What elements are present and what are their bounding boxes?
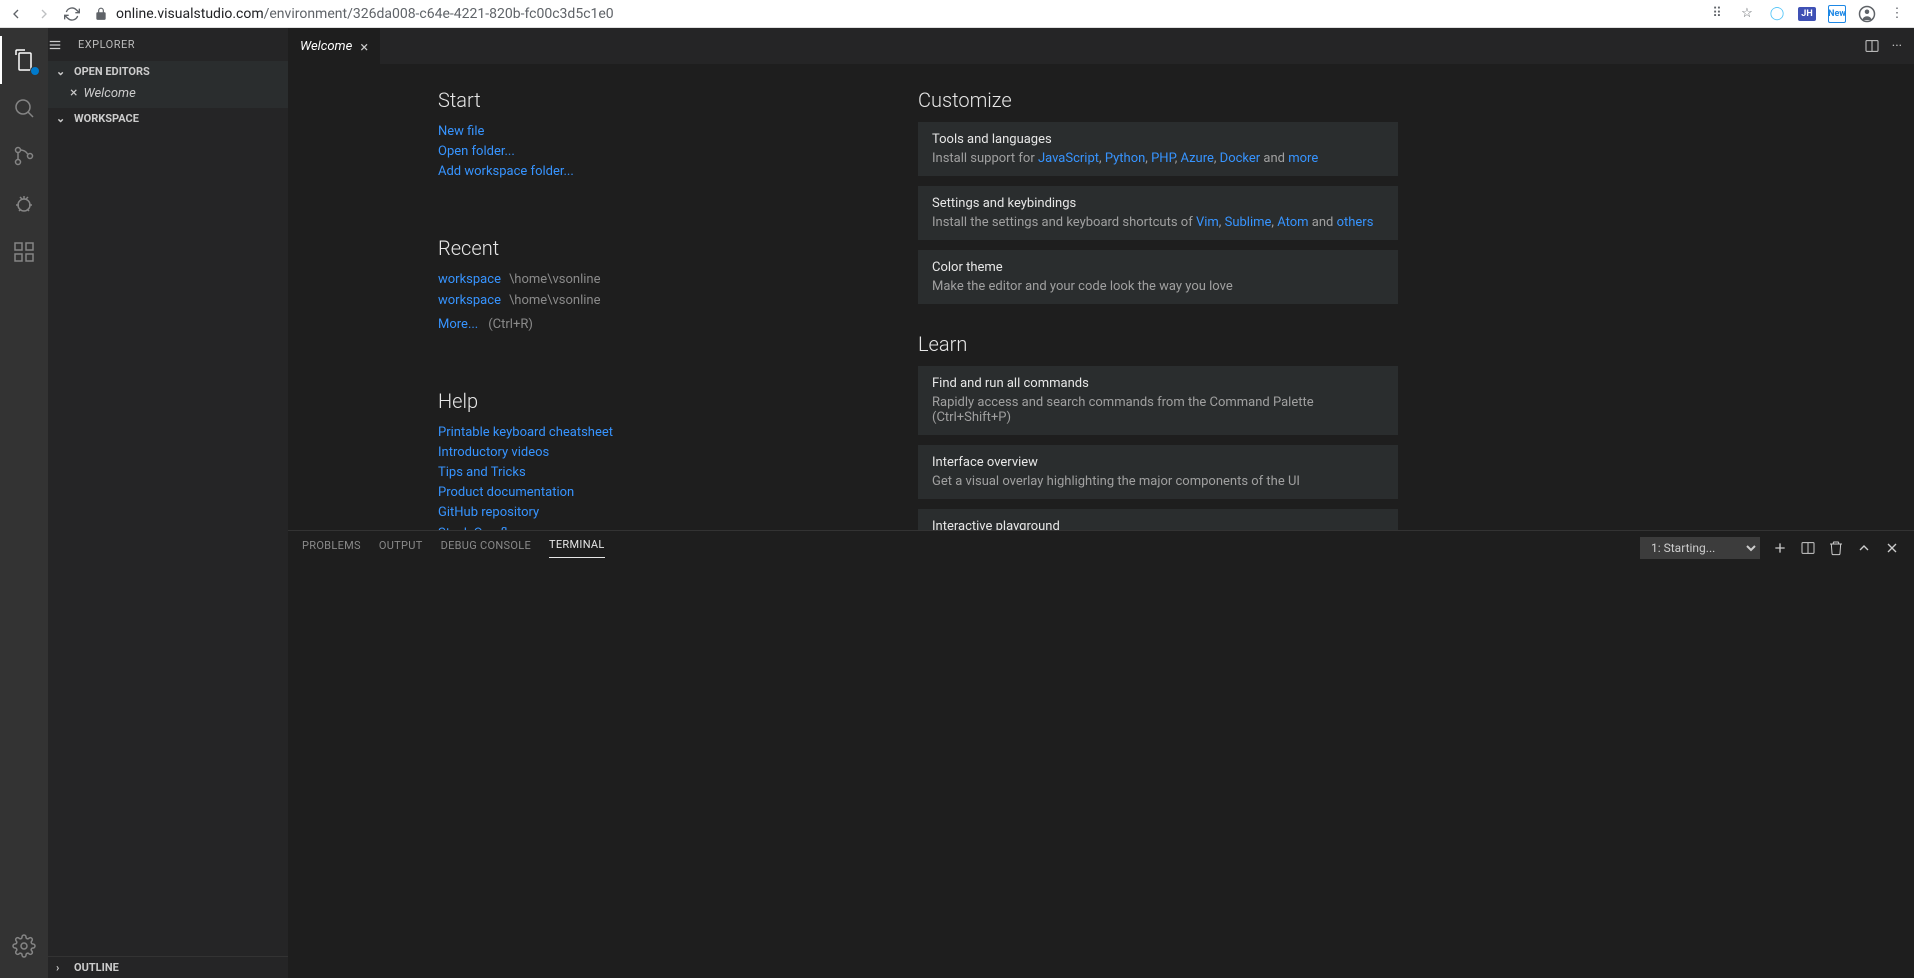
customize-heading: Customize bbox=[918, 88, 1914, 112]
help-link[interactable]: GitHub repository bbox=[438, 505, 539, 520]
forward-icon[interactable] bbox=[36, 6, 52, 22]
chevron-right-icon: › bbox=[56, 961, 70, 974]
lock-icon bbox=[94, 7, 108, 21]
recent-heading: Recent bbox=[438, 236, 918, 260]
terminal-select[interactable]: 1: Starting... bbox=[1640, 537, 1760, 559]
learn-heading: Learn bbox=[918, 332, 1914, 356]
extension-new-icon[interactable]: New bbox=[1828, 5, 1846, 23]
card-subtitle: Make the editor and your code look the w… bbox=[932, 279, 1384, 294]
profile-icon[interactable] bbox=[1858, 5, 1876, 23]
learn-commands-card[interactable]: Find and run all commands Rapidly access… bbox=[918, 366, 1398, 435]
url-host: online.visualstudio.com bbox=[116, 6, 264, 22]
card-subtitle: Rapidly access and search commands from … bbox=[932, 395, 1384, 425]
chevron-down-icon: ⌄ bbox=[56, 112, 70, 125]
activity-settings[interactable] bbox=[0, 922, 48, 970]
panel-tab-problems[interactable]: PROBLEMS bbox=[302, 539, 361, 558]
recent-item-path: \home\vsonline bbox=[509, 272, 601, 287]
open-editors-header[interactable]: ⌄ OPEN EDITORS bbox=[48, 61, 288, 82]
card-title: Find and run all commands bbox=[932, 376, 1384, 391]
outline-header[interactable]: › OUTLINE bbox=[48, 957, 288, 978]
card-subtitle: Get a visual overlay highlighting the ma… bbox=[932, 474, 1384, 489]
panel-tab-output[interactable]: OUTPUT bbox=[379, 539, 423, 558]
back-icon[interactable] bbox=[8, 6, 24, 22]
customize-tools-card[interactable]: Tools and languages Install support for … bbox=[918, 122, 1398, 176]
welcome-page: Start New file Open folder... Add worksp… bbox=[288, 64, 1914, 530]
reload-icon[interactable] bbox=[64, 6, 80, 22]
new-file-link[interactable]: New file bbox=[438, 124, 484, 139]
star-icon[interactable]: ☆ bbox=[1738, 5, 1756, 23]
tab-label: Welcome bbox=[300, 39, 352, 54]
card-title: Color theme bbox=[932, 260, 1384, 275]
extension-circle-icon[interactable]: ◯ bbox=[1768, 5, 1786, 23]
panel-tab-debug[interactable]: DEBUG CONSOLE bbox=[441, 539, 531, 558]
learn-playground-card[interactable]: Interactive playground Try essential edi… bbox=[918, 509, 1398, 530]
new-terminal-icon[interactable] bbox=[1772, 540, 1788, 556]
workspace-header[interactable]: ⌄ WORKSPACE bbox=[48, 108, 288, 129]
card-subtitle: Install the settings and keyboard shortc… bbox=[932, 215, 1384, 230]
translate-icon[interactable]: ⠿ bbox=[1708, 5, 1726, 23]
split-terminal-icon[interactable] bbox=[1800, 540, 1816, 556]
panel-tab-terminal[interactable]: TERMINAL bbox=[549, 538, 605, 558]
url-path: /environment/326da008-c64e-4221-820b-fc0… bbox=[264, 6, 614, 22]
card-title: Settings and keybindings bbox=[932, 196, 1384, 211]
url-bar[interactable]: online.visualstudio.com/environment/326d… bbox=[94, 6, 1694, 22]
add-workspace-link[interactable]: Add workspace folder... bbox=[438, 164, 574, 179]
recent-more-link[interactable]: More... bbox=[438, 317, 478, 332]
card-subtitle: Install support for JavaScript, Python, … bbox=[932, 151, 1384, 166]
maximize-panel-icon[interactable] bbox=[1856, 540, 1872, 556]
activity-bar bbox=[0, 28, 48, 978]
customize-settings-card[interactable]: Settings and keybindings Install the set… bbox=[918, 186, 1398, 240]
sidebar-title: EXPLORER bbox=[62, 28, 151, 61]
menu-dots-icon[interactable]: ⋮ bbox=[1888, 5, 1906, 23]
bottom-panel: PROBLEMS OUTPUT DEBUG CONSOLE TERMINAL 1… bbox=[288, 530, 1914, 978]
help-heading: Help bbox=[438, 389, 918, 413]
sidebar: EXPLORER ⌄ OPEN EDITORS × Welcome ⌄ WORK… bbox=[48, 28, 288, 978]
browser-toolbar: online.visualstudio.com/environment/326d… bbox=[0, 0, 1914, 28]
open-editor-name: Welcome bbox=[83, 86, 135, 101]
more-actions-icon[interactable]: ··· bbox=[1892, 39, 1902, 54]
recent-more-hint: (Ctrl+R) bbox=[488, 317, 533, 332]
activity-source-control[interactable] bbox=[0, 132, 48, 180]
kill-terminal-icon[interactable] bbox=[1828, 540, 1844, 556]
tab-welcome[interactable]: Welcome × bbox=[288, 28, 380, 64]
activity-debug[interactable] bbox=[0, 180, 48, 228]
close-icon[interactable]: × bbox=[70, 85, 77, 101]
help-link[interactable]: Printable keyboard cheatsheet bbox=[438, 425, 613, 440]
learn-overview-card[interactable]: Interface overview Get a visual overlay … bbox=[918, 445, 1398, 499]
help-link[interactable]: Product documentation bbox=[438, 485, 574, 500]
open-editors-label: OPEN EDITORS bbox=[74, 65, 150, 78]
extension-badge-icon[interactable]: JH bbox=[1798, 7, 1816, 21]
help-link[interactable]: Introductory videos bbox=[438, 445, 549, 460]
tab-bar: Welcome × ··· bbox=[288, 28, 1914, 64]
sync-badge-icon bbox=[30, 66, 40, 76]
chevron-down-icon: ⌄ bbox=[56, 65, 70, 78]
open-editor-item[interactable]: × Welcome bbox=[48, 82, 288, 104]
workspace-label: WORKSPACE bbox=[74, 112, 139, 125]
activity-search[interactable] bbox=[0, 84, 48, 132]
activity-extensions[interactable] bbox=[0, 228, 48, 276]
card-title: Tools and languages bbox=[932, 132, 1384, 147]
close-panel-icon[interactable] bbox=[1884, 540, 1900, 556]
recent-item-link[interactable]: workspace bbox=[438, 272, 501, 287]
card-title: Interface overview bbox=[932, 455, 1384, 470]
recent-item-link[interactable]: workspace bbox=[438, 293, 501, 308]
hamburger-icon[interactable] bbox=[48, 31, 62, 59]
activity-explorer[interactable] bbox=[0, 36, 48, 84]
outline-label: OUTLINE bbox=[74, 961, 119, 974]
customize-theme-card[interactable]: Color theme Make the editor and your cod… bbox=[918, 250, 1398, 304]
split-editor-icon[interactable] bbox=[1864, 38, 1880, 54]
help-link[interactable]: Tips and Tricks bbox=[438, 465, 526, 480]
close-icon[interactable]: × bbox=[360, 38, 368, 56]
start-heading: Start bbox=[438, 88, 918, 112]
recent-item-path: \home\vsonline bbox=[509, 293, 601, 308]
open-folder-link[interactable]: Open folder... bbox=[438, 144, 515, 159]
card-title: Interactive playground bbox=[932, 519, 1384, 530]
